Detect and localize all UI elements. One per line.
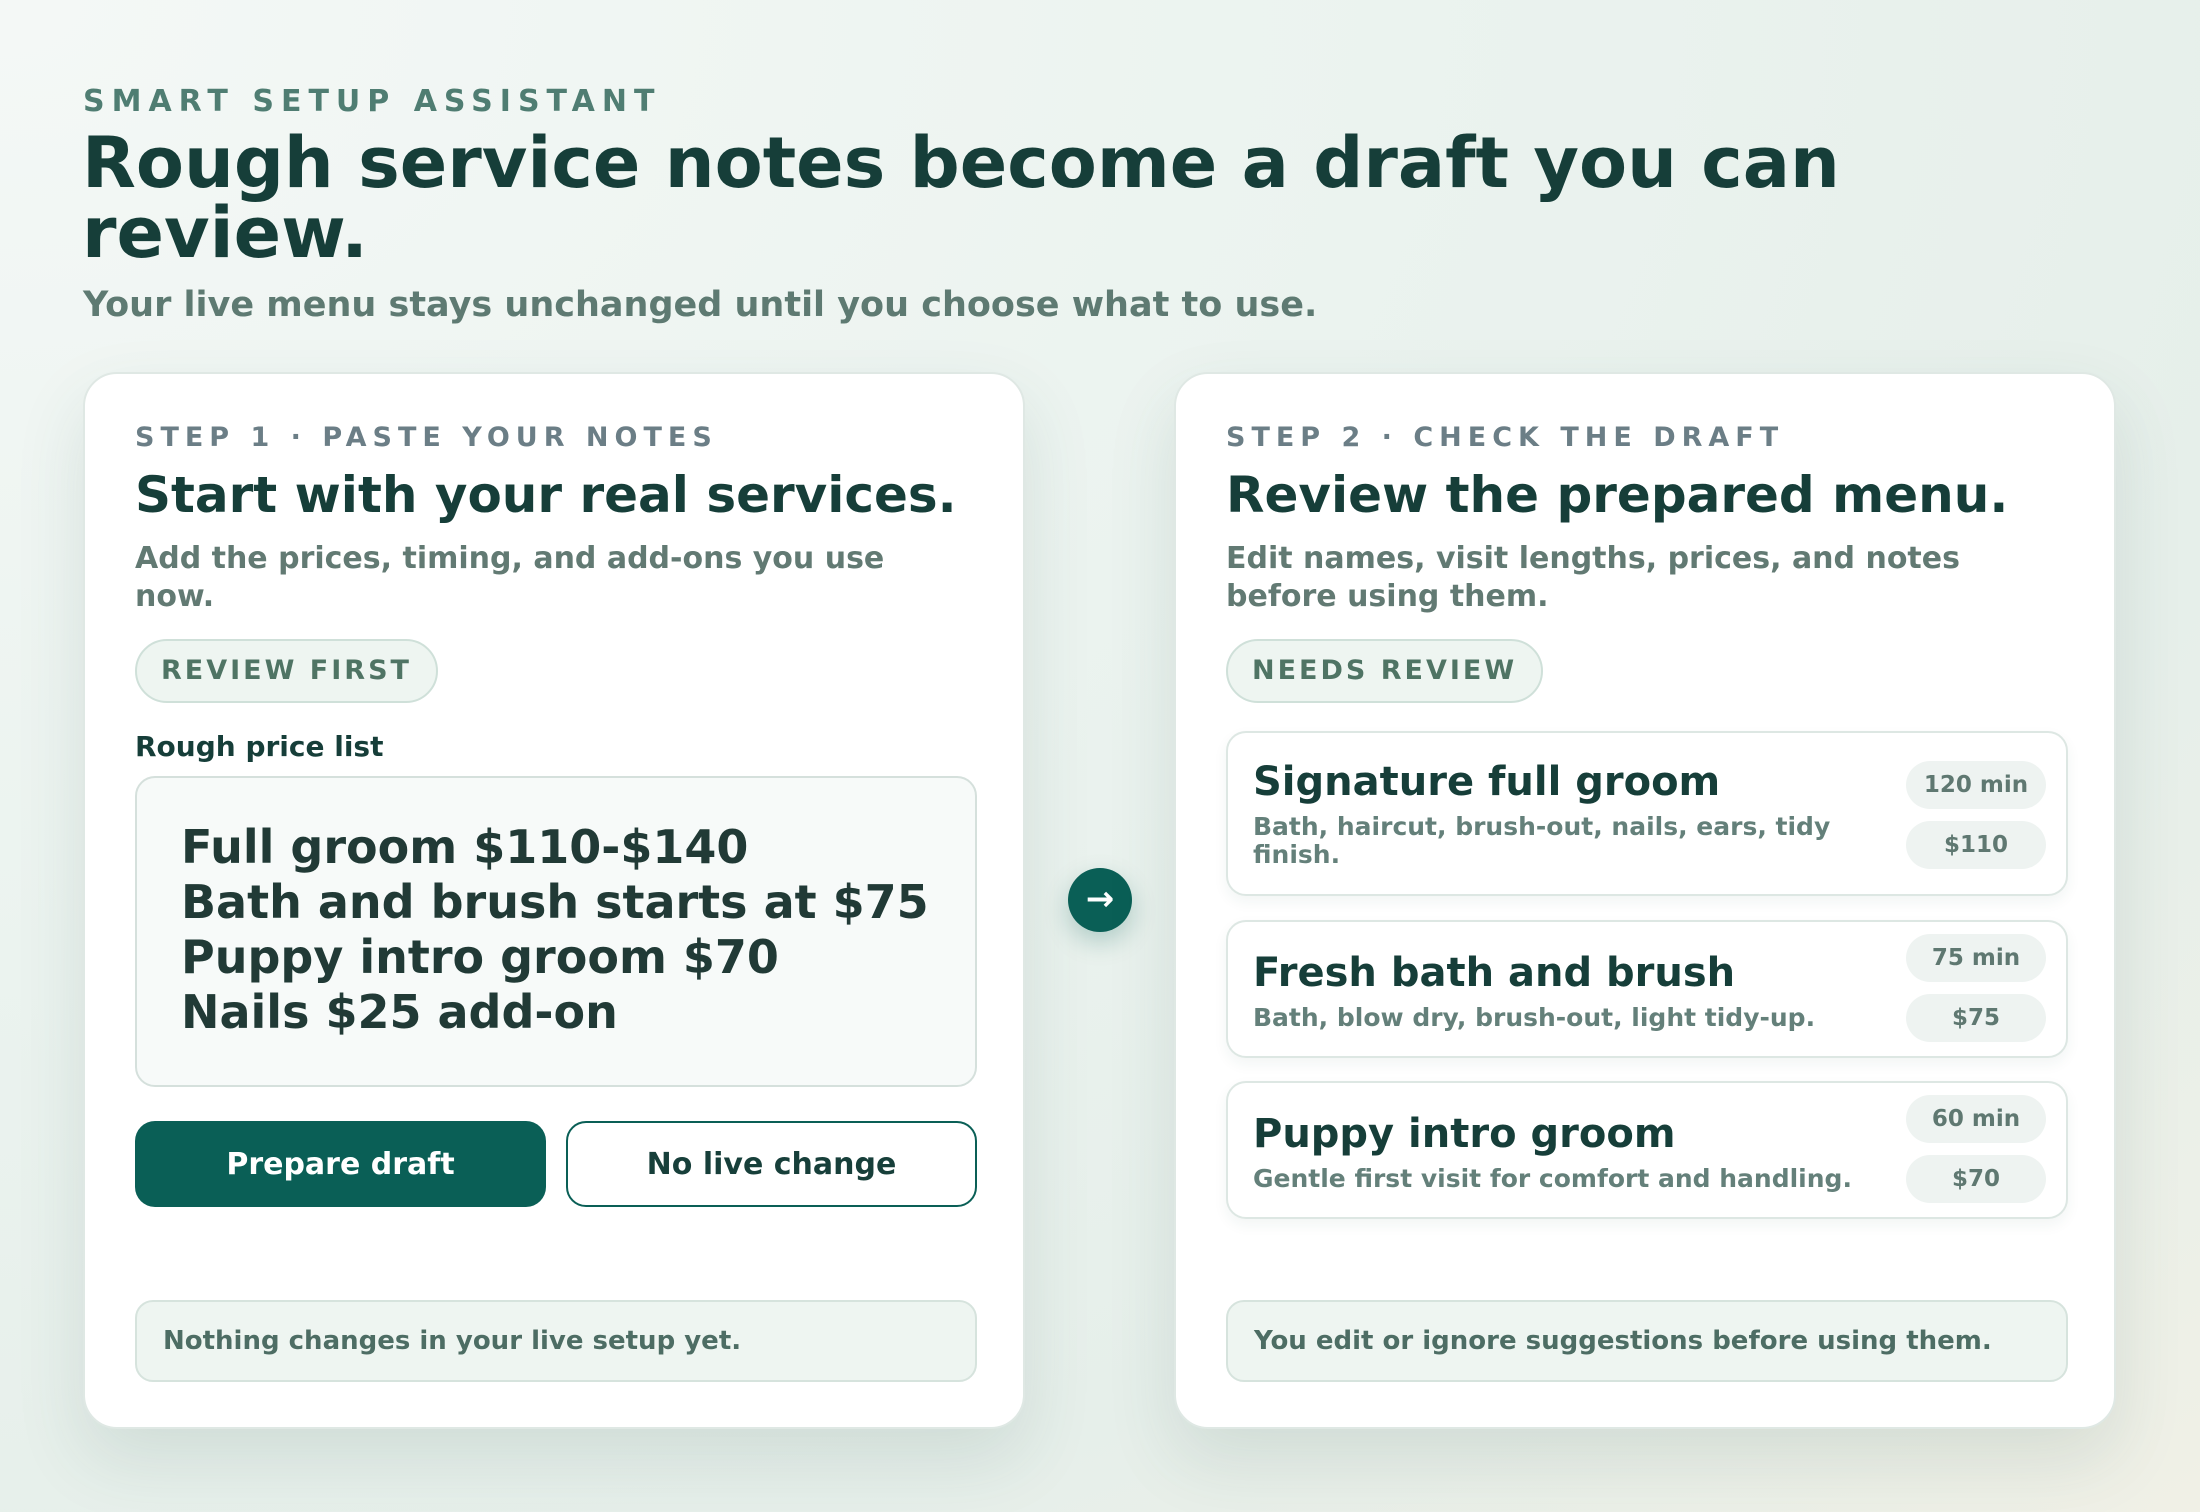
service-name: Signature full groom xyxy=(1253,759,1721,805)
note-line: Nails $25 add-on xyxy=(181,985,618,1039)
step2-description: Edit names, visit lengths, prices, and n… xyxy=(1226,541,1960,614)
note-line: Full groom $110-$140 xyxy=(181,820,749,874)
no-live-change-button[interactable]: No live change xyxy=(566,1121,977,1207)
service-description: Bath, haircut, brush-out, nails, ears, t… xyxy=(1253,812,1831,869)
page-title: Rough service notes become a draft you c… xyxy=(82,122,1840,274)
arrow-right-icon: → xyxy=(1068,868,1132,932)
needs-review-badge: NEEDS REVIEW xyxy=(1226,639,1544,703)
note-line: Bath and brush starts at $75 xyxy=(181,875,929,929)
service-name: Fresh bath and brush xyxy=(1253,950,1736,996)
service-description: Bath, blow dry, brush-out, light tidy-up… xyxy=(1253,1003,1816,1032)
prepare-draft-button[interactable]: Prepare draft xyxy=(135,1121,546,1207)
service-card[interactable]: Signature full groom Bath, haircut, brus… xyxy=(1226,731,2068,896)
step1-footer-note: Nothing changes in your live setup yet. xyxy=(135,1300,977,1382)
step2-label: STEP 2 · CHECK THE DRAFT xyxy=(1226,422,1785,453)
duration-chip: 60 min xyxy=(1906,1095,2046,1143)
service-description: Gentle first visit for comfort and handl… xyxy=(1253,1164,1852,1193)
eyebrow-label: SMART SETUP ASSISTANT xyxy=(83,84,662,119)
page-subtitle: Your live menu stays unchanged until you… xyxy=(83,285,1318,325)
price-chip: $70 xyxy=(1906,1155,2046,1203)
price-chip: $110 xyxy=(1906,821,2046,869)
note-line: Puppy intro groom $70 xyxy=(181,930,779,984)
step1-card: STEP 1 · PASTE YOUR NOTES Start with you… xyxy=(83,372,1025,1429)
duration-chip: 120 min xyxy=(1906,761,2046,809)
service-card[interactable]: Fresh bath and brush Bath, blow dry, bru… xyxy=(1226,920,2068,1058)
price-list-textarea[interactable]: Full groom $110-$140 Bath and brush star… xyxy=(135,776,977,1087)
step1-title: Start with your real services. xyxy=(135,466,957,524)
service-name: Puppy intro groom xyxy=(1253,1111,1676,1157)
price-list-label: Rough price list xyxy=(135,730,384,763)
price-chip: $75 xyxy=(1906,994,2046,1042)
step1-label: STEP 1 · PASTE YOUR NOTES xyxy=(135,422,718,453)
service-card[interactable]: Puppy intro groom Gentle first visit for… xyxy=(1226,1081,2068,1219)
duration-chip: 75 min xyxy=(1906,934,2046,982)
step1-description: Add the prices, timing, and add-ons you … xyxy=(135,541,885,614)
step2-title: Review the prepared menu. xyxy=(1226,466,2009,524)
step2-footer-note: You edit or ignore suggestions before us… xyxy=(1226,1300,2068,1382)
review-first-badge: REVIEW FIRST xyxy=(135,639,438,703)
step2-card: STEP 2 · CHECK THE DRAFT Review the prep… xyxy=(1174,372,2116,1429)
